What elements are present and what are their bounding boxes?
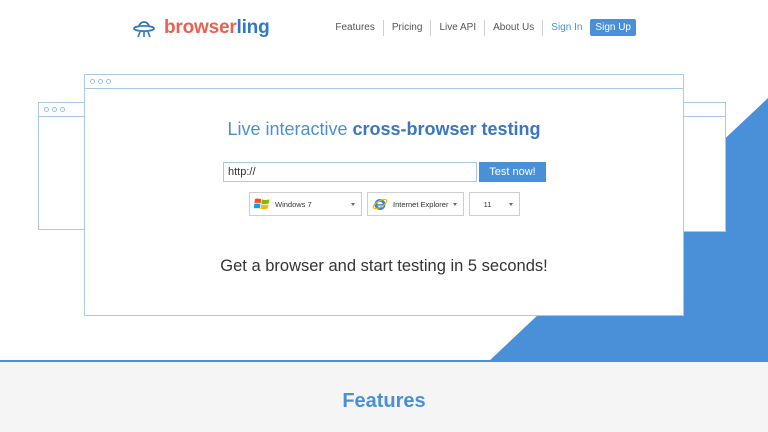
window-dot — [90, 79, 95, 84]
features-heading: Features — [342, 390, 426, 412]
version-select-value: 11 — [483, 199, 492, 209]
os-select-value: Windows 7 — [275, 199, 312, 209]
os-select[interactable]: Windows 7 — [249, 192, 362, 216]
window-dot — [106, 79, 111, 84]
url-input[interactable] — [223, 162, 477, 182]
features-section: Features — [0, 362, 768, 432]
window-dot — [60, 107, 65, 112]
window-dot — [98, 79, 103, 84]
logo[interactable]: browserling — [132, 14, 270, 42]
nav-pricing[interactable]: Pricing — [384, 19, 432, 36]
nav-live-api[interactable]: Live API — [431, 19, 486, 36]
browser-select-value: Internet Explorer — [393, 199, 449, 209]
ufo-icon — [133, 21, 155, 38]
hero-title-bold: cross-browser testing — [352, 119, 541, 139]
hero-subtitle: Get a browser and start testing in 5 sec… — [220, 257, 548, 275]
browser-select[interactable]: Internet Explorer — [367, 192, 464, 216]
hero-title: Live interactive cross-browser testing — [85, 119, 683, 140]
test-now-button[interactable]: Test now! — [479, 162, 546, 182]
chevron-down-icon — [351, 203, 355, 206]
sign-up-button[interactable]: Sign Up — [590, 19, 636, 36]
chevron-down-icon — [453, 203, 457, 206]
main-browser-window: Live interactive cross-browser testing T… — [84, 74, 684, 316]
logo-text: browserling — [164, 14, 270, 42]
internet-explorer-icon — [372, 198, 388, 210]
chevron-down-icon — [509, 203, 513, 206]
windows-icon — [254, 198, 270, 210]
window-dot — [44, 107, 49, 112]
window-bar — [85, 75, 683, 89]
hero-title-plain: Live interactive — [227, 119, 353, 139]
top-nav: Features Pricing Live API About Us Sign … — [327, 19, 636, 36]
version-select[interactable]: 11 — [469, 192, 520, 216]
logo-text-part1: browser — [164, 17, 237, 38]
nav-features[interactable]: Features — [327, 19, 384, 36]
sign-in-link[interactable]: Sign In — [543, 20, 590, 36]
header: browserling Features Pricing Live API Ab… — [0, 0, 768, 58]
window-dot — [52, 107, 57, 112]
nav-about-us[interactable]: About Us — [485, 19, 544, 36]
logo-text-part2: ling — [236, 17, 270, 38]
